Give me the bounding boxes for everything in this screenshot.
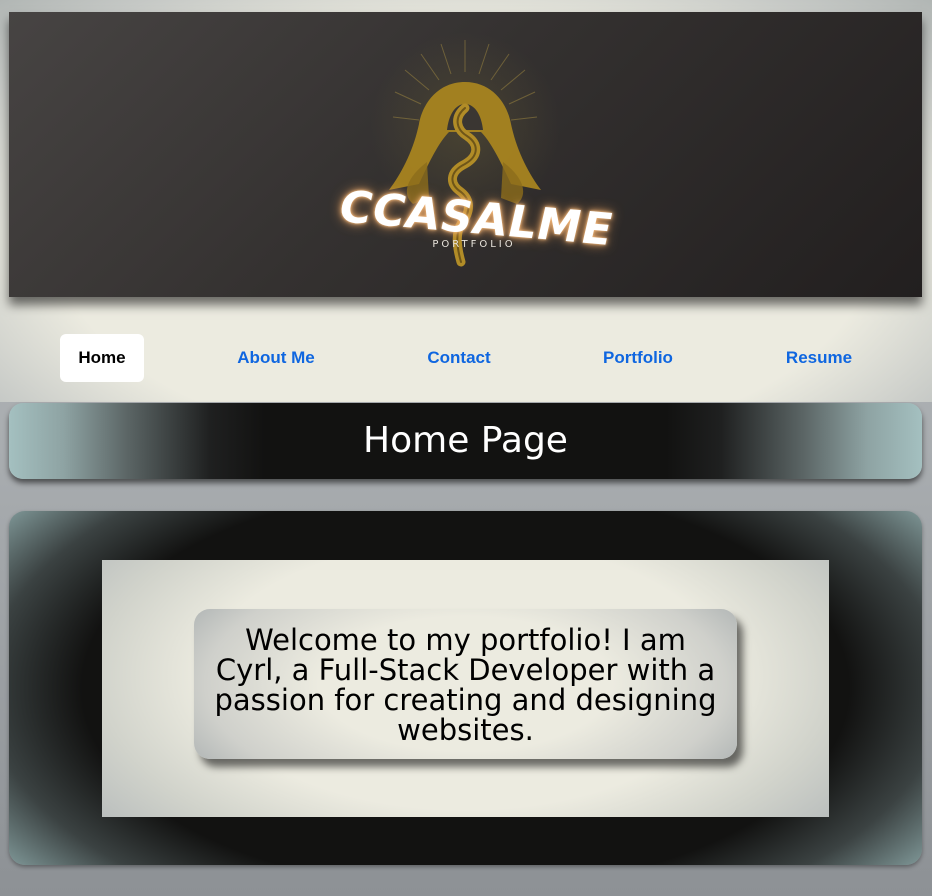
logo-emblem-icon bbox=[370, 32, 560, 267]
welcome-text: Welcome to my portfolio! I am Cyrl, a Fu… bbox=[214, 623, 717, 747]
welcome-box: Welcome to my portfolio! I am Cyrl, a Fu… bbox=[194, 609, 737, 759]
logo-subtitle: PORTFOLIO bbox=[432, 239, 516, 250]
nav-about-me[interactable]: About Me bbox=[226, 334, 326, 382]
main-nav: Home About Me Contact Portfolio Resume bbox=[0, 330, 932, 386]
banner: CCASALME PORTFOLIO bbox=[9, 12, 922, 297]
nav-home[interactable]: Home bbox=[60, 334, 144, 382]
page-title-bar: Home Page bbox=[9, 403, 922, 479]
nav-resume[interactable]: Resume bbox=[774, 334, 864, 382]
nav-portfolio[interactable]: Portfolio bbox=[591, 334, 685, 382]
page-title: Home Page bbox=[363, 420, 568, 461]
nav-contact[interactable]: Contact bbox=[416, 334, 502, 382]
